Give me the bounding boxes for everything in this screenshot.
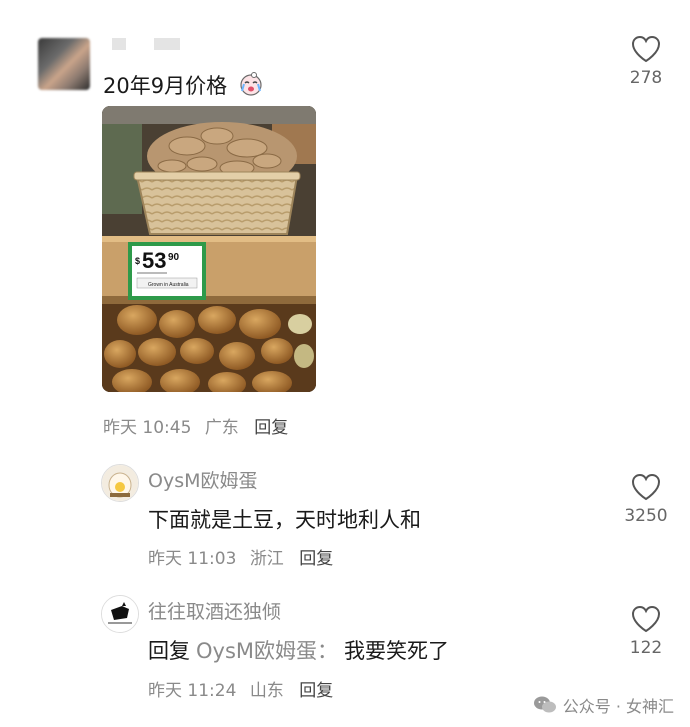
like-count: 122 bbox=[629, 638, 663, 658]
reply-meta: 昨天 11:03 浙江 回复 bbox=[148, 544, 333, 569]
like-control[interactable]: 122 bbox=[616, 604, 676, 658]
heart-icon[interactable] bbox=[630, 604, 662, 634]
reply-text-line: 回复 OysM欧姆蛋： 我要笑死了 bbox=[148, 635, 449, 665]
comment-photo[interactable]: $ 53 90 Grown in Australia bbox=[102, 106, 316, 392]
comment-location: 广东 bbox=[204, 418, 239, 438]
comment-text: 20年9月价格 bbox=[103, 70, 264, 100]
reply-button[interactable]: 回复 bbox=[299, 681, 333, 701]
comment-body: 20年9月价格 bbox=[103, 74, 228, 98]
reply-button[interactable]: 回复 bbox=[299, 549, 333, 569]
avatar[interactable] bbox=[101, 464, 139, 502]
reply-target-user[interactable]: OysM欧姆蛋： bbox=[196, 639, 338, 663]
reply-button[interactable]: 回复 bbox=[254, 418, 288, 438]
reply-meta: 昨天 11:24 山东 回复 bbox=[148, 676, 333, 701]
reply-prefix: 回复 bbox=[148, 639, 190, 663]
comment-meta: 昨天 10:45 广东 回复 bbox=[103, 413, 288, 438]
avatar[interactable] bbox=[101, 595, 139, 633]
watermark: 公众号 · 女神汇 bbox=[533, 693, 674, 717]
egg-avatar-icon bbox=[102, 465, 138, 501]
heart-icon[interactable] bbox=[630, 34, 662, 64]
price-cents: 90 bbox=[168, 252, 180, 263]
avatar[interactable] bbox=[38, 38, 90, 90]
heart-icon[interactable] bbox=[630, 472, 662, 502]
username-blurred[interactable] bbox=[112, 38, 190, 52]
watermark-text: 公众号 · 女神汇 bbox=[562, 697, 674, 716]
like-control[interactable]: 3250 bbox=[616, 472, 676, 526]
reply-text: 我要笑死了 bbox=[344, 639, 450, 663]
like-count: 278 bbox=[629, 68, 663, 88]
reply-time: 昨天 11:03 bbox=[148, 549, 237, 569]
origin-label: Grown in Australia bbox=[148, 282, 189, 288]
ink-avatar-icon bbox=[102, 596, 138, 632]
ginger-price-photo: $ 53 90 Grown in Australia bbox=[102, 106, 316, 392]
reply-username[interactable]: OysM欧姆蛋 bbox=[148, 466, 258, 493]
like-control[interactable]: 278 bbox=[616, 34, 676, 88]
reply-username[interactable]: 往往取酒还独倾 bbox=[148, 597, 281, 624]
price-whole: 53 bbox=[142, 248, 166, 273]
price-currency: $ bbox=[135, 256, 140, 266]
wechat-icon bbox=[533, 696, 556, 713]
crying-laughing-emoji-icon bbox=[240, 72, 262, 96]
reply-location: 山东 bbox=[249, 681, 284, 701]
reply-text: 下面就是土豆，天时地利人和 bbox=[148, 508, 421, 532]
comment-time: 昨天 10:45 bbox=[103, 418, 192, 438]
like-count: 3250 bbox=[624, 506, 668, 526]
reply-time: 昨天 11:24 bbox=[148, 681, 237, 701]
reply-location: 浙江 bbox=[249, 549, 284, 569]
